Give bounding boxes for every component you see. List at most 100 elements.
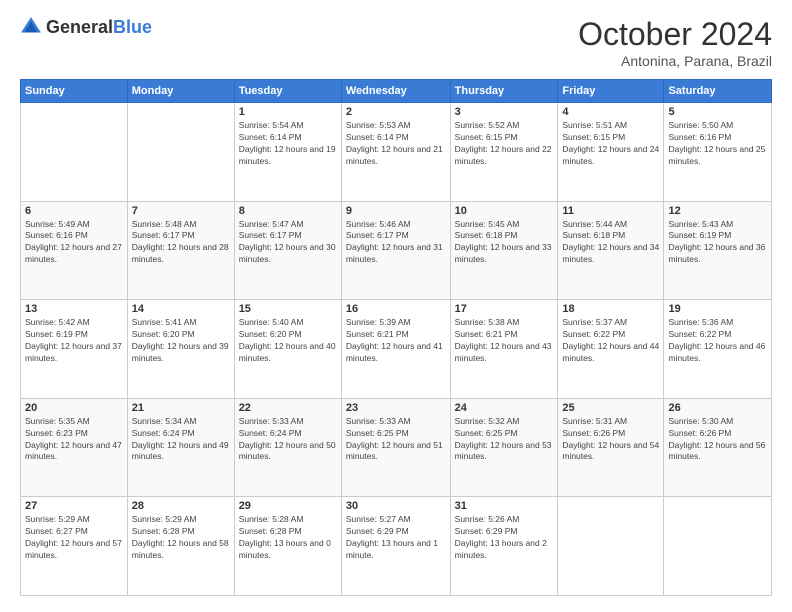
calendar-cell: 7 Sunrise: 5:48 AMSunset: 6:17 PMDaylight… — [127, 201, 234, 300]
calendar-cell: 23 Sunrise: 5:33 AMSunset: 6:25 PMDayligh… — [341, 398, 450, 497]
day-info: Sunrise: 5:40 AMSunset: 6:20 PMDaylight:… — [239, 317, 337, 365]
day-info: Sunrise: 5:36 AMSunset: 6:22 PMDaylight:… — [668, 317, 767, 365]
day-info: Sunrise: 5:39 AMSunset: 6:21 PMDaylight:… — [346, 317, 446, 365]
day-number: 17 — [455, 303, 554, 315]
day-info: Sunrise: 5:32 AMSunset: 6:25 PMDaylight:… — [455, 416, 554, 464]
day-info: Sunrise: 5:41 AMSunset: 6:20 PMDaylight:… — [132, 317, 230, 365]
calendar-cell: 29 Sunrise: 5:28 AMSunset: 6:28 PMDayligh… — [234, 497, 341, 596]
day-number: 13 — [25, 303, 123, 315]
logo: GeneralBlue — [20, 16, 152, 38]
calendar-cell: 4 Sunrise: 5:51 AMSunset: 6:15 PMDaylight… — [558, 103, 664, 202]
location-title: Antonina, Parana, Brazil — [578, 53, 772, 69]
day-number: 25 — [562, 402, 659, 414]
calendar-cell: 6 Sunrise: 5:49 AMSunset: 6:16 PMDaylight… — [21, 201, 128, 300]
day-info: Sunrise: 5:33 AMSunset: 6:25 PMDaylight:… — [346, 416, 446, 464]
day-info: Sunrise: 5:53 AMSunset: 6:14 PMDaylight:… — [346, 120, 446, 168]
day-number: 3 — [455, 106, 554, 118]
day-of-week-friday: Friday — [558, 80, 664, 103]
title-block: October 2024 Antonina, Parana, Brazil — [578, 16, 772, 69]
calendar: SundayMondayTuesdayWednesdayThursdayFrid… — [20, 79, 772, 596]
calendar-cell: 14 Sunrise: 5:41 AMSunset: 6:20 PMDayligh… — [127, 300, 234, 399]
calendar-cell — [558, 497, 664, 596]
day-number: 9 — [346, 205, 446, 217]
calendar-cell: 25 Sunrise: 5:31 AMSunset: 6:26 PMDayligh… — [558, 398, 664, 497]
day-number: 23 — [346, 402, 446, 414]
calendar-cell: 3 Sunrise: 5:52 AMSunset: 6:15 PMDaylight… — [450, 103, 558, 202]
day-info: Sunrise: 5:35 AMSunset: 6:23 PMDaylight:… — [25, 416, 123, 464]
day-number: 29 — [239, 500, 337, 512]
calendar-week-5: 27 Sunrise: 5:29 AMSunset: 6:27 PMDayligh… — [21, 497, 772, 596]
calendar-cell — [664, 497, 772, 596]
day-info: Sunrise: 5:51 AMSunset: 6:15 PMDaylight:… — [562, 120, 659, 168]
day-number: 15 — [239, 303, 337, 315]
day-number: 22 — [239, 402, 337, 414]
logo-text: GeneralBlue — [46, 17, 152, 38]
calendar-cell: 31 Sunrise: 5:26 AMSunset: 6:29 PMDayligh… — [450, 497, 558, 596]
day-number: 31 — [455, 500, 554, 512]
day-number: 18 — [562, 303, 659, 315]
day-number: 27 — [25, 500, 123, 512]
calendar-cell: 11 Sunrise: 5:44 AMSunset: 6:18 PMDayligh… — [558, 201, 664, 300]
day-number: 1 — [239, 106, 337, 118]
day-number: 19 — [668, 303, 767, 315]
day-info: Sunrise: 5:27 AMSunset: 6:29 PMDaylight:… — [346, 514, 446, 562]
calendar-cell: 21Sunrise: 5:34 AMSunset: 6:24 PMDayligh… — [127, 398, 234, 497]
day-info: Sunrise: 5:30 AMSunset: 6:26 PMDaylight:… — [668, 416, 767, 464]
calendar-body: 1 Sunrise: 5:54 AMSunset: 6:14 PMDaylight… — [21, 103, 772, 596]
calendar-cell: 28Sunrise: 5:29 AMSunset: 6:28 PMDayligh… — [127, 497, 234, 596]
calendar-cell: 13Sunrise: 5:42 AMSunset: 6:19 PMDayligh… — [21, 300, 128, 399]
day-info: Sunrise: 5:49 AMSunset: 6:16 PMDaylight:… — [25, 219, 123, 267]
day-number: 10 — [455, 205, 554, 217]
day-number: 24 — [455, 402, 554, 414]
day-number: 14 — [132, 303, 230, 315]
day-of-week-wednesday: Wednesday — [341, 80, 450, 103]
day-info: Sunrise: 5:31 AMSunset: 6:26 PMDaylight:… — [562, 416, 659, 464]
calendar-cell: 18 Sunrise: 5:37 AMSunset: 6:22 PMDayligh… — [558, 300, 664, 399]
day-info: Sunrise: 5:54 AMSunset: 6:14 PMDaylight:… — [239, 120, 337, 168]
calendar-week-4: 20 Sunrise: 5:35 AMSunset: 6:23 PMDayligh… — [21, 398, 772, 497]
calendar-cell: 10Sunrise: 5:45 AMSunset: 6:18 PMDayligh… — [450, 201, 558, 300]
day-info: Sunrise: 5:48 AMSunset: 6:17 PMDaylight:… — [132, 219, 230, 267]
day-number: 21 — [132, 402, 230, 414]
calendar-cell: 30 Sunrise: 5:27 AMSunset: 6:29 PMDayligh… — [341, 497, 450, 596]
day-number: 7 — [132, 205, 230, 217]
day-info: Sunrise: 5:29 AMSunset: 6:27 PMDaylight:… — [25, 514, 123, 562]
day-info: Sunrise: 5:33 AMSunset: 6:24 PMDaylight:… — [239, 416, 337, 464]
calendar-header-row: SundayMondayTuesdayWednesdayThursdayFrid… — [21, 80, 772, 103]
day-info: Sunrise: 5:52 AMSunset: 6:15 PMDaylight:… — [455, 120, 554, 168]
generalblue-icon — [20, 16, 42, 38]
calendar-cell: 19 Sunrise: 5:36 AMSunset: 6:22 PMDayligh… — [664, 300, 772, 399]
calendar-cell: 17Sunrise: 5:38 AMSunset: 6:21 PMDayligh… — [450, 300, 558, 399]
day-number: 2 — [346, 106, 446, 118]
day-info: Sunrise: 5:29 AMSunset: 6:28 PMDaylight:… — [132, 514, 230, 562]
calendar-cell: 9Sunrise: 5:46 AMSunset: 6:17 PMDaylight… — [341, 201, 450, 300]
day-number: 6 — [25, 205, 123, 217]
day-of-week-saturday: Saturday — [664, 80, 772, 103]
calendar-cell: 27 Sunrise: 5:29 AMSunset: 6:27 PMDayligh… — [21, 497, 128, 596]
day-info: Sunrise: 5:44 AMSunset: 6:18 PMDaylight:… — [562, 219, 659, 267]
calendar-cell — [21, 103, 128, 202]
calendar-cell: 16 Sunrise: 5:39 AMSunset: 6:21 PMDayligh… — [341, 300, 450, 399]
day-info: Sunrise: 5:28 AMSunset: 6:28 PMDaylight:… — [239, 514, 337, 562]
day-of-week-monday: Monday — [127, 80, 234, 103]
day-number: 11 — [562, 205, 659, 217]
day-number: 30 — [346, 500, 446, 512]
day-info: Sunrise: 5:37 AMSunset: 6:22 PMDaylight:… — [562, 317, 659, 365]
day-number: 4 — [562, 106, 659, 118]
calendar-cell: 2 Sunrise: 5:53 AMSunset: 6:14 PMDaylight… — [341, 103, 450, 202]
day-number: 16 — [346, 303, 446, 315]
day-of-week-sunday: Sunday — [21, 80, 128, 103]
calendar-cell: 26Sunrise: 5:30 AMSunset: 6:26 PMDayligh… — [664, 398, 772, 497]
day-number: 5 — [668, 106, 767, 118]
day-number: 20 — [25, 402, 123, 414]
calendar-week-2: 6 Sunrise: 5:49 AMSunset: 6:16 PMDaylight… — [21, 201, 772, 300]
day-number: 12 — [668, 205, 767, 217]
day-info: Sunrise: 5:50 AMSunset: 6:16 PMDaylight:… — [668, 120, 767, 168]
calendar-cell: 20 Sunrise: 5:35 AMSunset: 6:23 PMDayligh… — [21, 398, 128, 497]
day-info: Sunrise: 5:26 AMSunset: 6:29 PMDaylight:… — [455, 514, 554, 562]
month-title: October 2024 — [578, 16, 772, 53]
calendar-cell — [127, 103, 234, 202]
page: GeneralBlue October 2024 Antonina, Paran… — [0, 0, 792, 612]
day-info: Sunrise: 5:43 AMSunset: 6:19 PMDaylight:… — [668, 219, 767, 267]
calendar-cell: 8Sunrise: 5:47 AMSunset: 6:17 PMDaylight… — [234, 201, 341, 300]
